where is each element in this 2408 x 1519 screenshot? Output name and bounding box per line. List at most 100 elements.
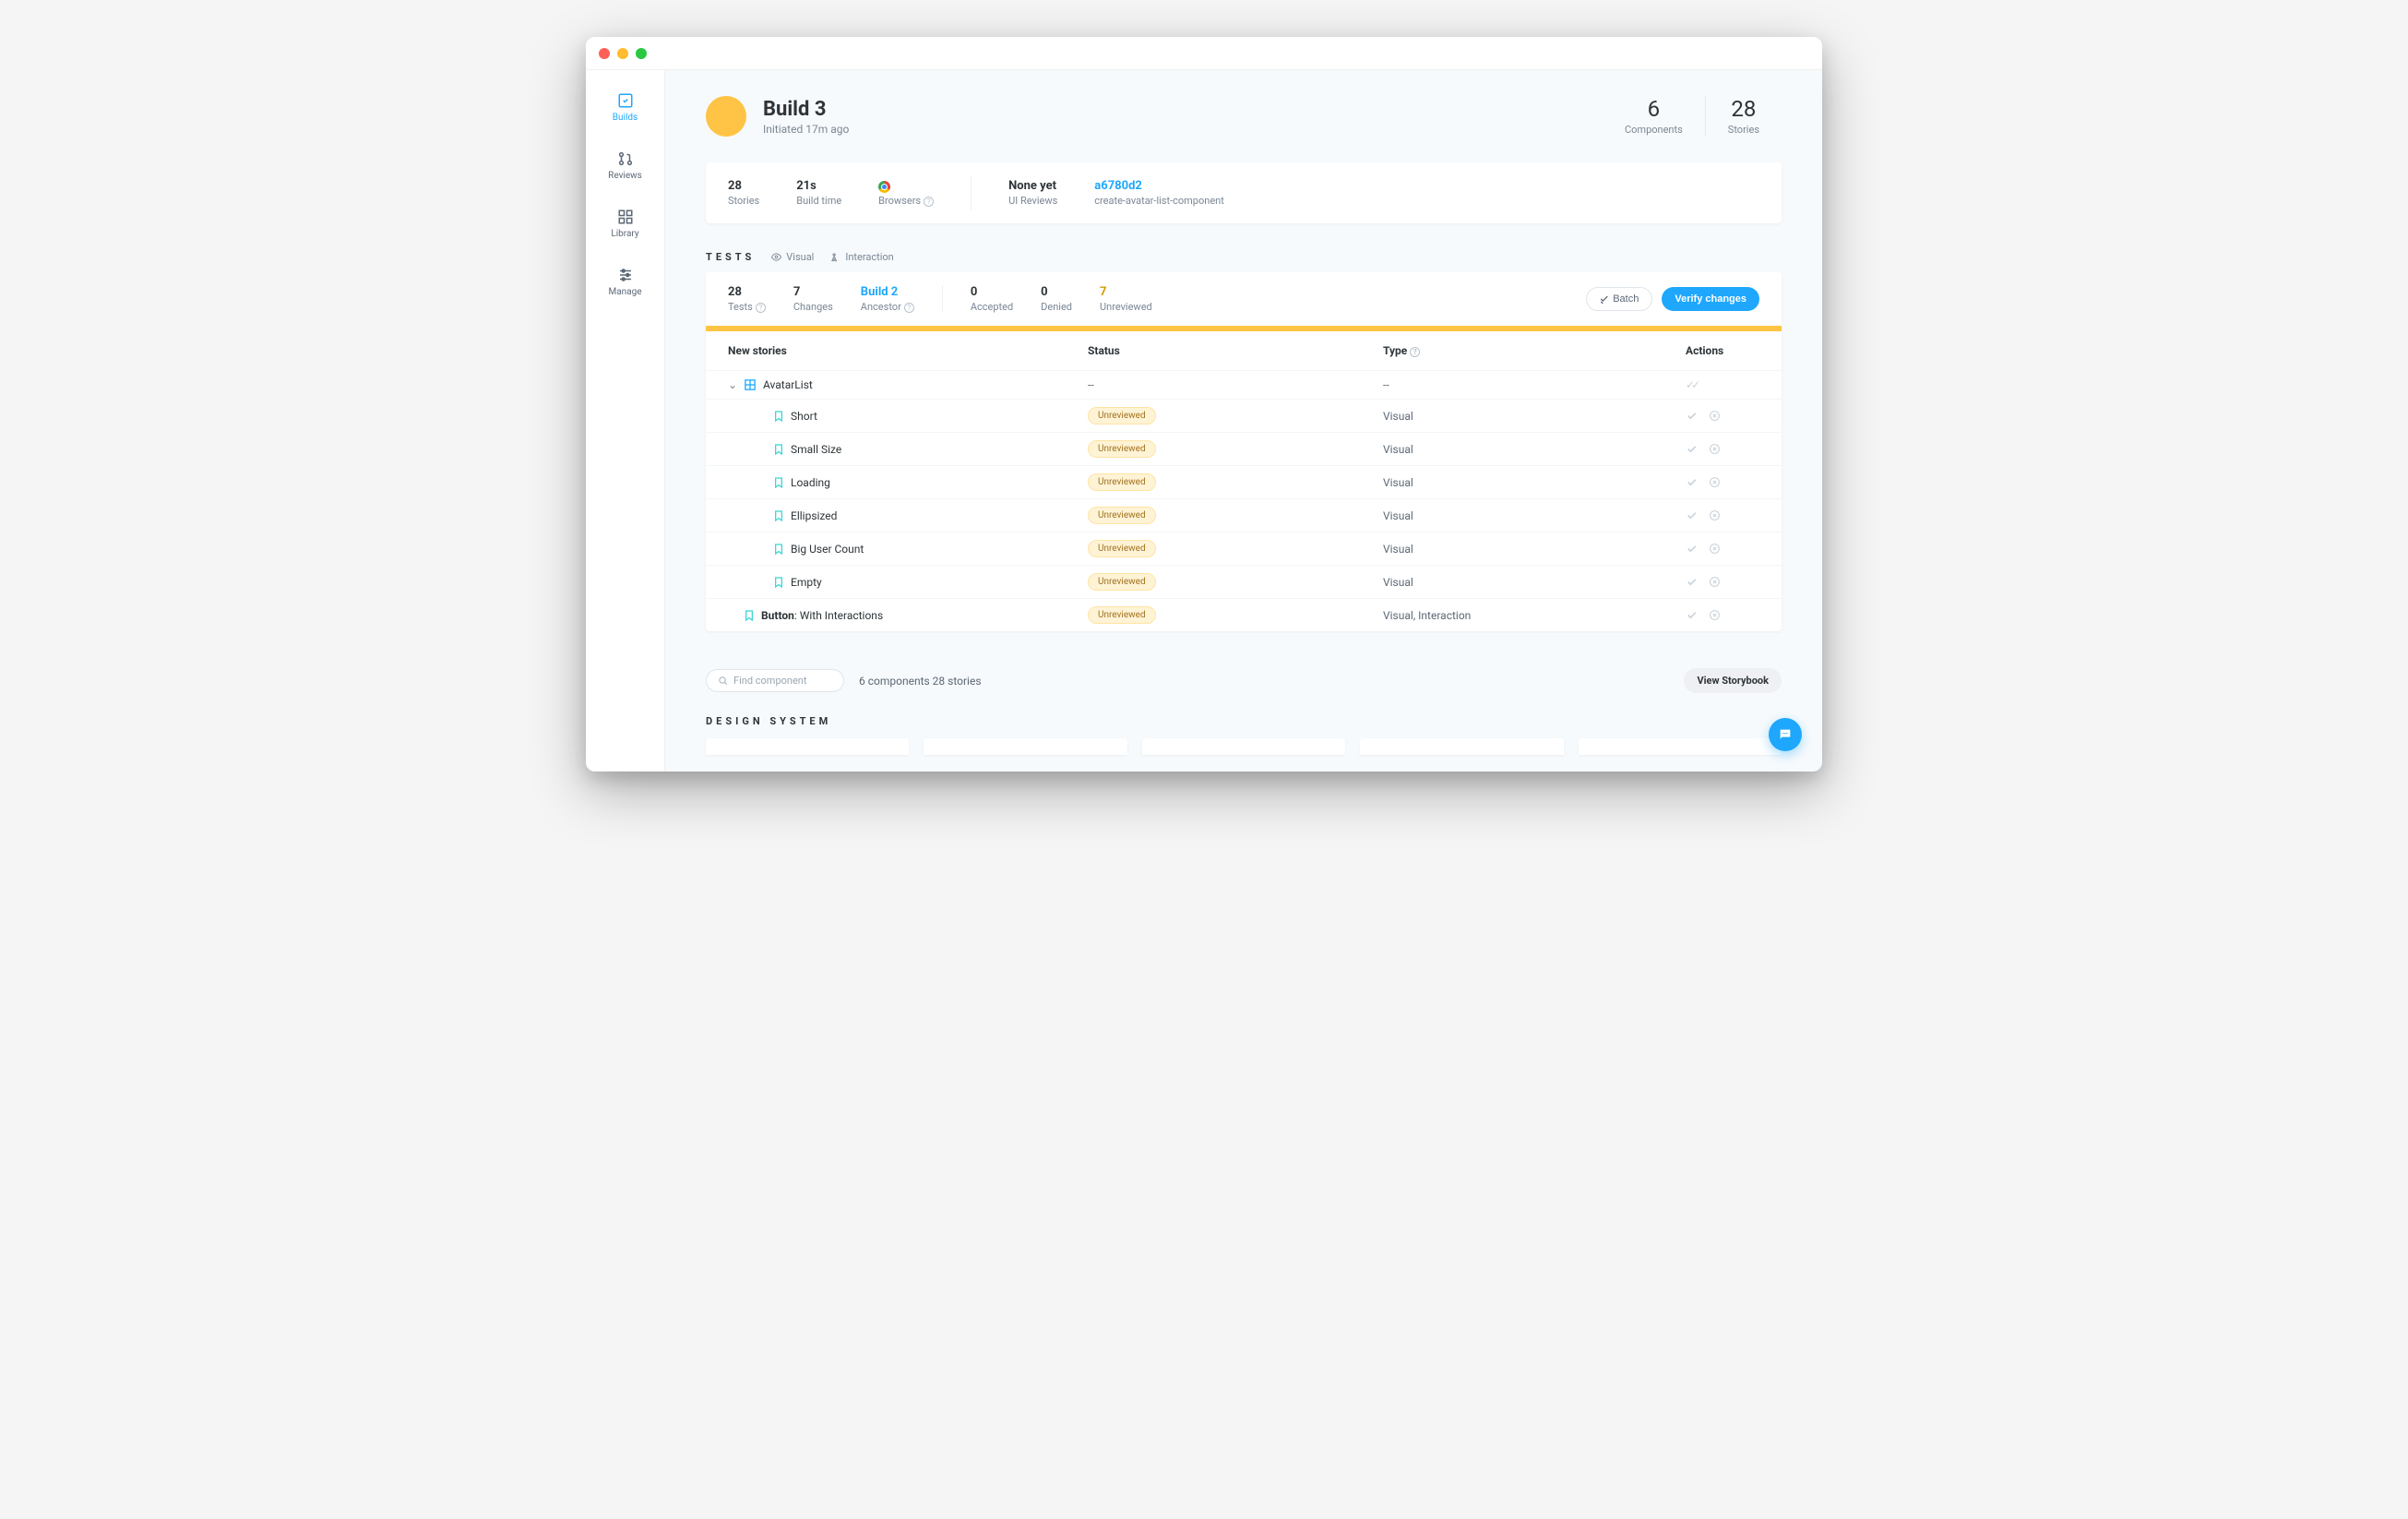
stat-stories: 28 Stories bbox=[1705, 96, 1782, 136]
chat-fab[interactable] bbox=[1769, 718, 1802, 751]
maximize-window-button[interactable] bbox=[636, 48, 647, 59]
help-icon[interactable]: ? bbox=[904, 303, 914, 313]
preview-card[interactable] bbox=[924, 738, 1127, 755]
story-name: Ellipsized bbox=[791, 509, 837, 522]
story-row[interactable]: Short Unreviewed Visual bbox=[706, 399, 1782, 432]
story-row[interactable]: Empty Unreviewed Visual bbox=[706, 565, 1782, 598]
summary-value: 7 bbox=[793, 285, 833, 299]
story-name: Empty bbox=[791, 576, 822, 589]
accept-icon[interactable] bbox=[1686, 543, 1698, 555]
tag-label: Visual bbox=[786, 251, 814, 263]
page-header: Build 3 Initiated 17m ago 6 Components 2… bbox=[706, 96, 1782, 137]
minimize-window-button[interactable] bbox=[617, 48, 628, 59]
sidebar-item-library[interactable]: Library bbox=[594, 203, 657, 245]
deny-icon[interactable] bbox=[1709, 509, 1721, 521]
info-build-time: 21s Build time bbox=[796, 179, 841, 207]
help-icon[interactable]: ? bbox=[1410, 347, 1420, 357]
story-name: Button: With Interactions bbox=[761, 609, 883, 622]
commit-link[interactable]: a6780d2 bbox=[1094, 179, 1224, 193]
accept-icon[interactable] bbox=[1686, 509, 1698, 521]
chat-icon bbox=[1778, 727, 1793, 742]
summary-tests: 28 Tests? bbox=[728, 285, 766, 313]
deny-icon[interactable] bbox=[1709, 609, 1721, 621]
build-status-badge bbox=[706, 96, 746, 137]
tests-section-header: TESTS Visual Interaction bbox=[706, 251, 1782, 263]
chevron-down-icon[interactable]: ⌄ bbox=[728, 378, 737, 391]
type-cell: Visual bbox=[1383, 410, 1686, 423]
help-icon[interactable]: ? bbox=[756, 303, 766, 313]
eye-icon bbox=[771, 252, 781, 262]
search-placeholder: Find component bbox=[733, 675, 806, 687]
ancestor-link[interactable]: Build 2 bbox=[861, 285, 914, 299]
deny-icon[interactable] bbox=[1709, 476, 1721, 488]
accept-icon[interactable] bbox=[1686, 443, 1698, 455]
build-subtitle: Initiated 17m ago bbox=[763, 123, 849, 136]
status-badge: Unreviewed bbox=[1088, 440, 1156, 458]
stat-label: Stories bbox=[1728, 124, 1759, 136]
verify-changes-button[interactable]: Verify changes bbox=[1662, 287, 1759, 311]
deny-icon[interactable] bbox=[1709, 576, 1721, 588]
pull-request-icon bbox=[617, 150, 634, 167]
accept-icon[interactable] bbox=[1686, 476, 1698, 488]
info-stories: 28 Stories bbox=[728, 179, 759, 207]
info-label: Stories bbox=[728, 195, 759, 207]
accept-icon[interactable] bbox=[1686, 410, 1698, 422]
sidebar-item-builds[interactable]: Builds bbox=[594, 87, 657, 128]
grid-icon bbox=[617, 209, 634, 225]
summary-value: 28 bbox=[728, 285, 766, 299]
branch-name: create-avatar-list-component bbox=[1094, 195, 1224, 207]
status-badge: Unreviewed bbox=[1088, 573, 1156, 591]
deny-icon[interactable] bbox=[1709, 543, 1721, 555]
story-row[interactable]: Ellipsized Unreviewed Visual bbox=[706, 498, 1782, 532]
component-group-row[interactable]: ⌄ AvatarList -- -- ✓✓ bbox=[706, 370, 1782, 399]
type-cell: Visual, Interaction bbox=[1383, 609, 1686, 622]
info-label: Browsers? bbox=[878, 195, 934, 207]
preview-card[interactable] bbox=[1360, 738, 1563, 755]
summary-changes: 7 Changes bbox=[793, 285, 833, 313]
separator bbox=[942, 285, 943, 313]
view-storybook-button[interactable]: View Storybook bbox=[1684, 668, 1782, 693]
preview-card[interactable] bbox=[1579, 738, 1782, 755]
chrome-icon bbox=[878, 181, 890, 193]
accept-icon[interactable] bbox=[1686, 576, 1698, 588]
story-row[interactable]: Big User Count Unreviewed Visual bbox=[706, 532, 1782, 565]
app-window: Builds Reviews Library Manage Build 3 bbox=[586, 37, 1822, 771]
info-value: 28 bbox=[728, 179, 759, 193]
help-icon[interactable]: ? bbox=[924, 197, 934, 207]
preview-card[interactable] bbox=[1142, 738, 1345, 755]
deny-icon[interactable] bbox=[1709, 443, 1721, 455]
batch-button[interactable]: Batch bbox=[1586, 287, 1652, 311]
story-name: Loading bbox=[791, 476, 830, 489]
close-window-button[interactable] bbox=[599, 48, 610, 59]
info-label: Build time bbox=[796, 195, 841, 207]
accept-all-icon[interactable]: ✓✓ bbox=[1686, 378, 1697, 391]
nav-label: Builds bbox=[613, 113, 638, 123]
type-cell: Visual bbox=[1383, 443, 1686, 456]
find-component-input[interactable]: Find component bbox=[706, 669, 844, 692]
story-name: Short bbox=[791, 410, 817, 423]
status-badge: Unreviewed bbox=[1088, 606, 1156, 624]
info-commit: a6780d2 create-avatar-list-component bbox=[1094, 179, 1224, 207]
tests-panel: 28 Tests? 7 Changes Build 2 Ancestor? bbox=[706, 272, 1782, 631]
bookmark-icon bbox=[774, 577, 783, 588]
main-content: Build 3 Initiated 17m ago 6 Components 2… bbox=[665, 70, 1822, 771]
story-row[interactable]: Loading Unreviewed Visual bbox=[706, 465, 1782, 498]
sidebar-item-manage[interactable]: Manage bbox=[594, 261, 657, 303]
bookmark-icon bbox=[774, 444, 783, 455]
check-square-icon bbox=[617, 92, 634, 109]
accept-icon[interactable] bbox=[1686, 609, 1698, 621]
summary-label: Changes bbox=[793, 301, 833, 313]
button-label: Batch bbox=[1613, 293, 1639, 305]
tag-label: Interaction bbox=[845, 251, 893, 263]
summary-label: Tests? bbox=[728, 301, 766, 313]
component-name: AvatarList bbox=[763, 378, 813, 391]
col-header-name: New stories bbox=[728, 344, 1088, 357]
story-row[interactable]: Small Size Unreviewed Visual bbox=[706, 432, 1782, 465]
deny-icon[interactable] bbox=[1709, 410, 1721, 422]
preview-card[interactable] bbox=[706, 738, 909, 755]
story-row[interactable]: Button: With Interactions Unreviewed Vis… bbox=[706, 598, 1782, 631]
status-badge: Unreviewed bbox=[1088, 540, 1156, 557]
col-header-type: Type? bbox=[1383, 344, 1686, 357]
sidebar-item-reviews[interactable]: Reviews bbox=[594, 145, 657, 186]
design-system-grid bbox=[706, 738, 1782, 755]
